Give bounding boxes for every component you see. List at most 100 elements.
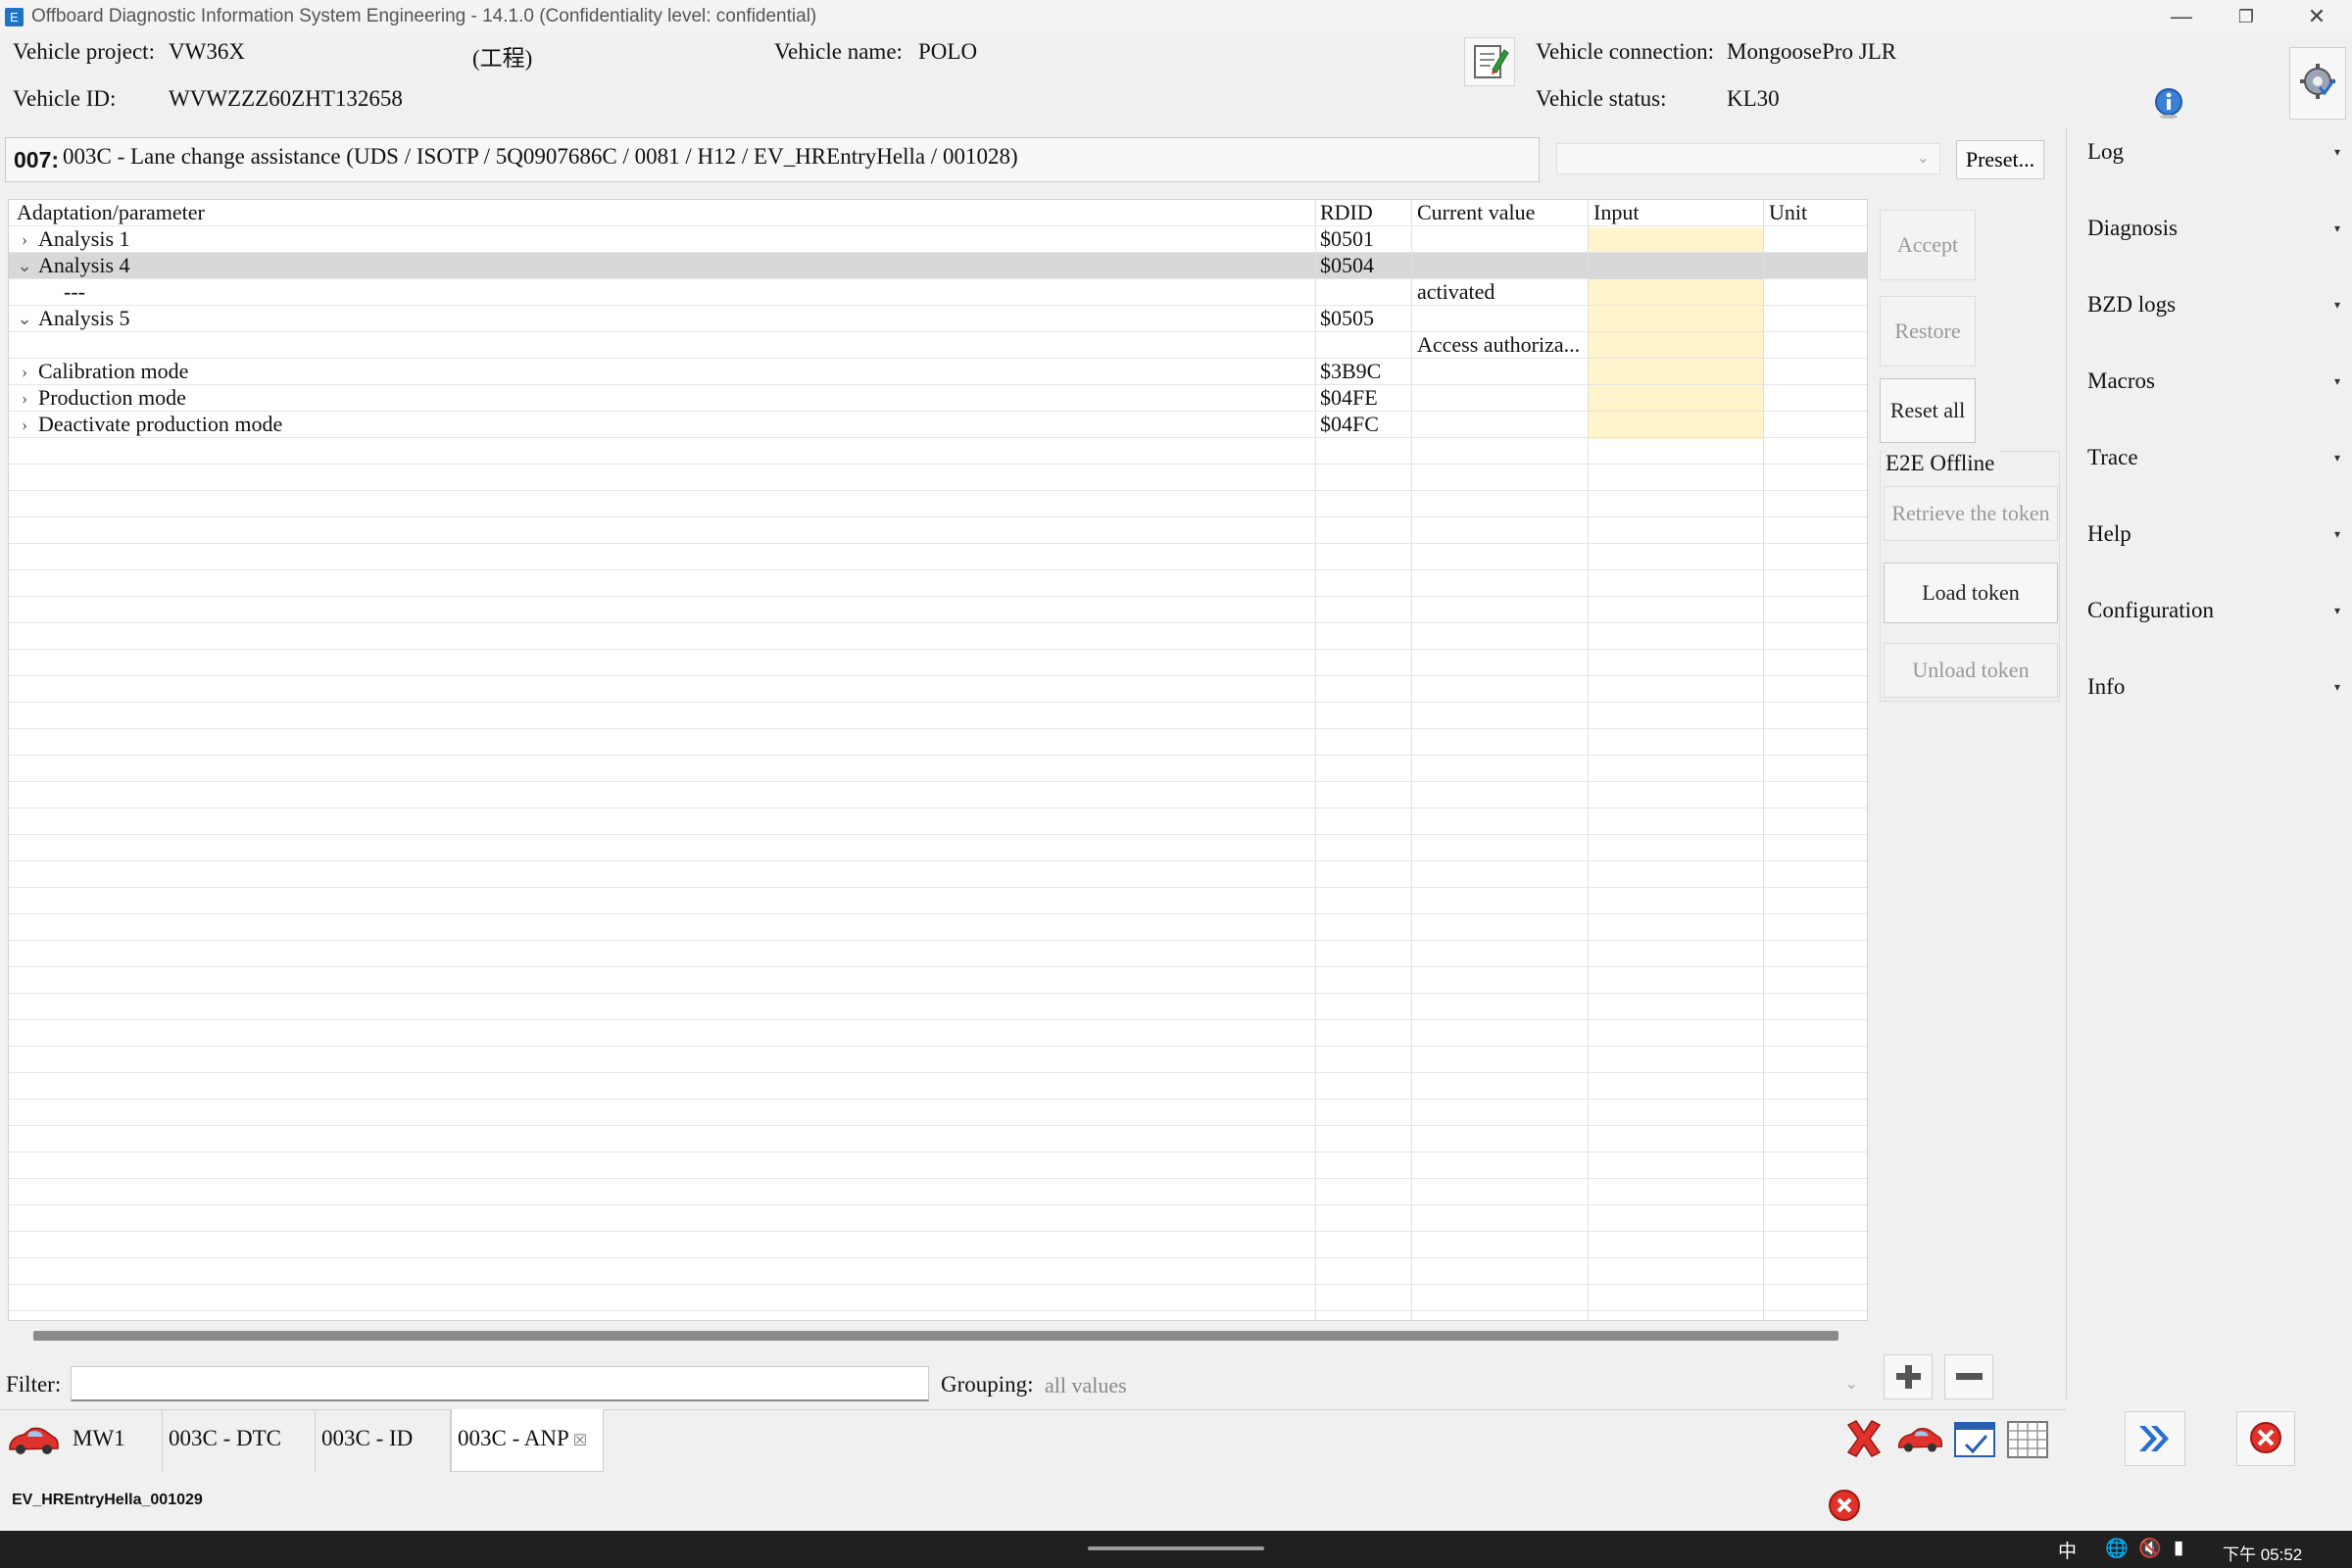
empty-row xyxy=(9,994,1867,1020)
vehicle-id-label: Vehicle ID: xyxy=(13,86,117,111)
input-cell[interactable] xyxy=(1589,253,1763,279)
grouping-select[interactable]: all values ⌄ xyxy=(1043,1370,1866,1401)
chevron-down-icon: ▾ xyxy=(2333,527,2340,541)
side-panel-item-help[interactable]: Help ▾ xyxy=(2087,521,2340,549)
empty-row xyxy=(9,1258,1867,1285)
preset-select[interactable]: ⌄ xyxy=(1556,143,1940,174)
empty-row xyxy=(9,1047,1867,1073)
input-cell[interactable] xyxy=(1589,226,1763,253)
taskbar-handle[interactable] xyxy=(1088,1546,1264,1550)
tab-003c-anp[interactable]: 003C - ANP ☒ xyxy=(451,1409,604,1472)
side-panel-item-label: Trace xyxy=(2087,445,2138,469)
close-icon[interactable]: ✕ xyxy=(2287,0,2346,33)
expand-all-icon[interactable] xyxy=(1884,1354,1933,1399)
e2e-offline-label: E2E Offline xyxy=(1886,451,1999,476)
grid-table-icon[interactable] xyxy=(2005,1419,2050,1460)
table-row[interactable]: Access authoriza... xyxy=(9,332,1867,359)
edit-notes-icon[interactable] xyxy=(1464,37,1515,86)
network-icon[interactable]: 🌐 xyxy=(2105,1537,2129,1560)
reset-all-button[interactable]: Reset all xyxy=(1880,378,1976,443)
input-cell[interactable] xyxy=(1589,359,1763,385)
unload-token-button[interactable]: Unload token xyxy=(1884,643,2058,698)
empty-row xyxy=(9,650,1867,676)
chevron-down-icon: ▾ xyxy=(2333,221,2340,235)
side-panel-item-configuration[interactable]: Configuration ▾ xyxy=(2087,598,2340,625)
param-name: Calibration mode xyxy=(38,359,189,383)
input-cell[interactable] xyxy=(1589,332,1763,359)
info-icon[interactable] xyxy=(2152,86,2185,120)
filter-label: Filter: xyxy=(6,1372,62,1396)
input-cell[interactable] xyxy=(1589,306,1763,332)
accept-button[interactable]: Accept xyxy=(1880,210,1976,280)
input-cell[interactable] xyxy=(1589,385,1763,412)
chevron-right-icon[interactable]: › xyxy=(17,226,32,253)
chevron-down-icon: ▾ xyxy=(2333,374,2340,388)
table-row[interactable]: › Production mode $04FE xyxy=(9,385,1867,412)
side-panel-item-log[interactable]: Log ▾ xyxy=(2087,139,2340,167)
vehicle-car-icon[interactable] xyxy=(6,1423,61,1458)
empty-row xyxy=(9,703,1867,729)
rdid-value: $0501 xyxy=(1320,226,1374,251)
forward-arrows-icon[interactable] xyxy=(2125,1411,2185,1466)
chevron-down-icon[interactable]: ⌄ xyxy=(17,306,32,332)
collapse-all-icon[interactable] xyxy=(1944,1354,1993,1399)
horizontal-scrollbar-thumb[interactable] xyxy=(33,1331,1838,1341)
col-header-rdid[interactable]: RDID xyxy=(1320,200,1373,226)
chevron-down-icon: ▾ xyxy=(2333,451,2340,465)
side-panel-item-info[interactable]: Info ▾ xyxy=(2087,674,2340,702)
retrieve-token-button[interactable]: Retrieve the token xyxy=(1884,486,2058,541)
side-panel-item-bzd-logs[interactable]: BZD logs ▾ xyxy=(2087,292,2340,319)
minimize-icon[interactable]: — xyxy=(2152,0,2211,33)
clock[interactable]: 下午 05:52 xyxy=(2223,1541,2302,1565)
tab-003c-dtc[interactable]: 003C - DTC xyxy=(163,1409,316,1472)
chevron-right-icon[interactable]: › xyxy=(17,385,32,412)
settings-panel-icon[interactable] xyxy=(2289,47,2346,120)
load-token-button[interactable]: Load token xyxy=(1884,563,2058,623)
chevron-down-icon[interactable]: ⌄ xyxy=(17,253,32,279)
empty-row xyxy=(9,1232,1867,1258)
empty-row xyxy=(9,1152,1867,1179)
param-name: --- xyxy=(64,279,85,304)
side-panel-item-trace[interactable]: Trace ▾ xyxy=(2087,445,2340,472)
chevron-right-icon[interactable]: › xyxy=(17,412,32,438)
empty-row xyxy=(9,465,1867,491)
volume-muted-icon[interactable]: 🔇 xyxy=(2138,1537,2162,1560)
vehicle-small-icon[interactable] xyxy=(1895,1423,1944,1456)
ecu-description: 003C - Lane change assistance (UDS / ISO… xyxy=(63,144,1018,169)
error-status-icon[interactable] xyxy=(1827,1488,1862,1523)
restore-icon[interactable]: ❐ xyxy=(2217,0,2276,33)
empty-row xyxy=(9,782,1867,808)
empty-row xyxy=(9,491,1867,517)
col-header-parameter[interactable]: Adaptation/parameter xyxy=(17,200,205,226)
col-header-unit[interactable]: Unit xyxy=(1769,200,1807,226)
col-header-current-value[interactable]: Current value xyxy=(1417,200,1535,226)
side-panel-item-macros[interactable]: Macros ▾ xyxy=(2087,368,2340,396)
disconnect-x-icon[interactable] xyxy=(1842,1417,1886,1460)
input-cell[interactable] xyxy=(1589,279,1763,306)
input-cell[interactable] xyxy=(1589,412,1763,438)
table-row[interactable]: --- activated xyxy=(9,279,1867,306)
chevron-right-icon[interactable]: › xyxy=(17,359,32,385)
ecu-number: 007: xyxy=(14,147,60,172)
tab-003c-id[interactable]: 003C - ID xyxy=(316,1409,451,1472)
side-panel-item-diagnosis[interactable]: Diagnosis ▾ xyxy=(2087,216,2340,243)
table-row[interactable]: ⌄ Analysis 4 $0504 xyxy=(9,253,1867,279)
table-row[interactable]: › Calibration mode $3B9C xyxy=(9,359,1867,385)
empty-row xyxy=(9,1073,1867,1100)
preset-button[interactable]: Preset... xyxy=(1956,140,2044,179)
table-row[interactable]: › Analysis 1 $0501 xyxy=(9,226,1867,253)
filter-input[interactable] xyxy=(71,1366,929,1401)
ime-indicator[interactable]: 中 xyxy=(2058,1537,2077,1563)
side-panel-item-label: Macros xyxy=(2087,368,2155,393)
current-value xyxy=(1417,226,1586,253)
window-check-icon[interactable] xyxy=(1952,1419,1997,1460)
table-row[interactable]: ⌄ Analysis 5 $0505 xyxy=(9,306,1867,332)
col-header-input[interactable]: Input xyxy=(1593,200,1639,226)
tab-mw1[interactable]: MW1 xyxy=(67,1409,163,1472)
tab-close-icon[interactable]: ☒ xyxy=(569,1433,587,1449)
close-session-icon[interactable] xyxy=(2236,1411,2295,1466)
battery-icon[interactable]: ▮ xyxy=(2174,1537,2183,1559)
chevron-down-icon: ⌄ xyxy=(1844,1376,1858,1393)
table-row[interactable]: › Deactivate production mode $04FC xyxy=(9,412,1867,438)
restore-button[interactable]: Restore xyxy=(1880,296,1976,367)
